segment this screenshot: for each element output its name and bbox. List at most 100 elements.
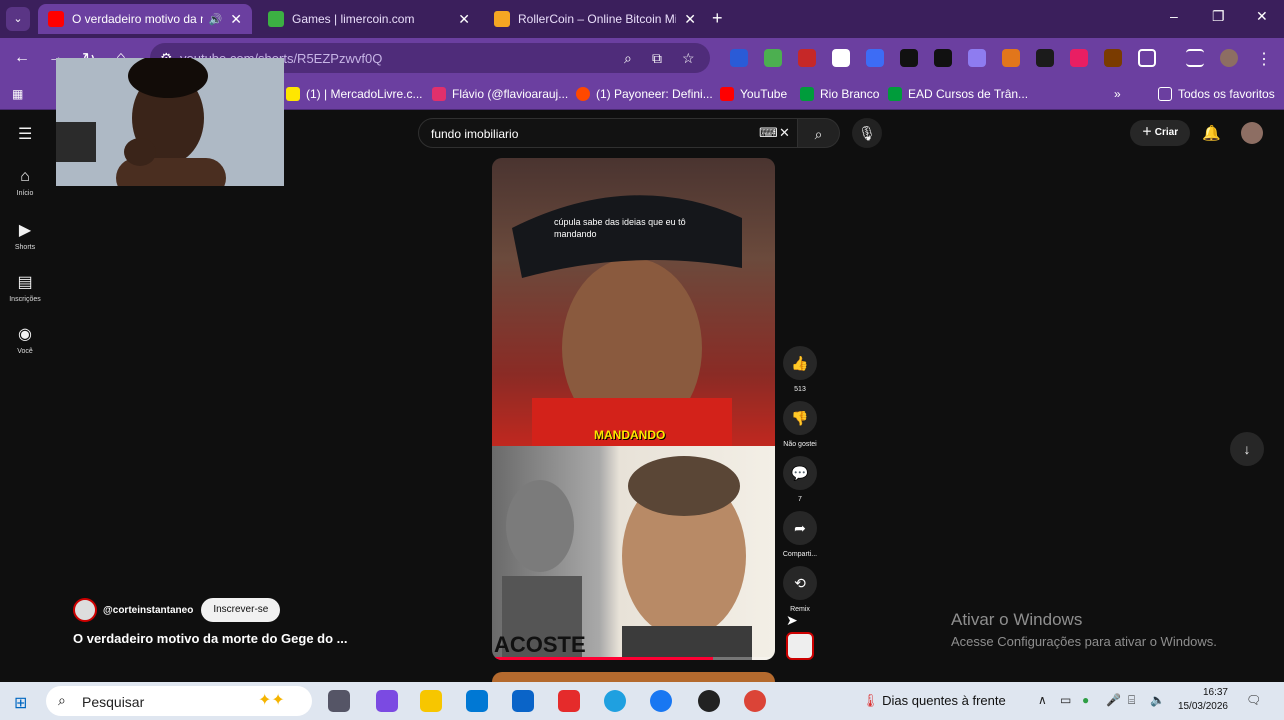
extension-fox-icon[interactable] bbox=[1002, 49, 1020, 67]
tab-rollercoin[interactable]: RollerCoin – Online Bitcoin Min ✕ bbox=[484, 4, 706, 34]
notifications-icon[interactable]: 🗨 bbox=[1246, 693, 1261, 707]
keyboard-icon[interactable]: ⌨ bbox=[759, 125, 778, 141]
nav-shorts[interactable]: ▶ Shorts bbox=[0, 220, 50, 251]
shorts-video-player[interactable]: cúpula sabe das ideias que eu tô mandand… bbox=[492, 158, 775, 660]
account-avatar[interactable] bbox=[1241, 122, 1263, 144]
subscribe-button[interactable]: Inscrever-se bbox=[201, 598, 281, 622]
next-video-down-arrow-icon[interactable]: ↓ bbox=[1230, 432, 1264, 466]
all-bookmarks-folder[interactable]: Todos os favoritos bbox=[1158, 87, 1275, 101]
edge-icon[interactable] bbox=[604, 690, 626, 712]
extension-slash-icon[interactable] bbox=[1036, 49, 1054, 67]
nav-subscriptions[interactable]: ▤ Inscrições bbox=[0, 272, 50, 303]
microphone-icon[interactable]: 🎙 bbox=[852, 118, 882, 148]
thermometer-icon: 🌡 bbox=[862, 693, 879, 708]
install-icon[interactable]: ⧉ bbox=[652, 50, 662, 67]
chrome-icon[interactable] bbox=[744, 690, 766, 712]
tab-youtube[interactable]: O verdadeiro motivo da mo 🔊 ✕ bbox=[38, 4, 252, 34]
extension-shield-icon[interactable] bbox=[730, 49, 748, 67]
next-short-preview[interactable] bbox=[492, 672, 775, 682]
bookmark-rio-branco[interactable]: Rio Branco bbox=[800, 87, 879, 101]
new-tab-button[interactable]: + bbox=[712, 8, 723, 29]
extension-face-icon[interactable] bbox=[832, 49, 850, 67]
obs-icon[interactable] bbox=[698, 690, 720, 712]
clear-search-icon[interactable]: ✕ bbox=[779, 125, 790, 141]
sound-channel-thumbnail[interactable] bbox=[786, 632, 814, 660]
video-title[interactable]: O verdadeiro motivo da morte do Gege do … bbox=[73, 631, 348, 646]
extension-red-icon[interactable] bbox=[798, 49, 816, 67]
more-bookmarks-chevron-icon[interactable]: » bbox=[1114, 87, 1121, 101]
tab-close-icon[interactable]: ✕ bbox=[230, 11, 242, 28]
share-icon: ➦ bbox=[783, 511, 817, 545]
extensions-puzzle-icon[interactable] bbox=[1138, 49, 1156, 67]
bookmark-instagram[interactable]: Flávio (@flavioarauj... bbox=[432, 87, 568, 101]
hamburger-menu-icon[interactable]: ☰ bbox=[18, 124, 32, 144]
zoom-icon[interactable]: ⌕ bbox=[624, 50, 632, 67]
taskbar-clock[interactable]: 16:37 15/03/2026 bbox=[1168, 686, 1228, 714]
copilot-icon[interactable] bbox=[376, 690, 398, 712]
tray-sync-icon[interactable]: ● bbox=[1082, 693, 1089, 707]
notifications-bell-icon[interactable]: 🔔 bbox=[1202, 124, 1221, 142]
bookmark-youtube[interactable]: YouTube bbox=[720, 87, 787, 101]
store-icon[interactable] bbox=[466, 690, 488, 712]
create-button[interactable]: ＋ Criar bbox=[1130, 120, 1191, 146]
taskbar-search[interactable]: ⌕ Pesquisar ✦✦ bbox=[46, 686, 312, 716]
profile-avatar[interactable] bbox=[1220, 49, 1238, 67]
reading-list-icon[interactable] bbox=[1186, 49, 1204, 67]
thumbs-down-icon: 👎 bbox=[783, 401, 817, 435]
remix-button[interactable]: ⟲ Remix bbox=[781, 566, 819, 613]
bookmark-ead[interactable]: EAD Cursos de Trân... bbox=[888, 87, 1028, 101]
apps-grid-icon[interactable]: ▦ bbox=[12, 87, 23, 101]
tab-title: Games | limercoin.com bbox=[292, 12, 415, 26]
extension-wave-icon[interactable] bbox=[968, 49, 986, 67]
like-button[interactable]: 👍 513 bbox=[781, 346, 819, 393]
speaker-icon[interactable]: 🔊 bbox=[209, 13, 223, 26]
close-window-button[interactable]: ✕ bbox=[1256, 8, 1268, 25]
tray-network-icon[interactable]: ⌸ bbox=[1128, 693, 1135, 708]
payoneer-icon bbox=[576, 87, 590, 101]
search-query[interactable]: fundo imobiliario bbox=[431, 127, 518, 141]
file-explorer-icon[interactable] bbox=[420, 690, 442, 712]
wps-icon[interactable] bbox=[558, 690, 580, 712]
bookmark-star-icon[interactable]: ☆ bbox=[682, 50, 695, 67]
outlook-icon[interactable] bbox=[512, 690, 534, 712]
nav-you[interactable]: ◉ Você bbox=[0, 324, 50, 355]
video-progress-bar[interactable] bbox=[492, 657, 775, 660]
back-arrow-icon[interactable]: ← bbox=[14, 49, 30, 67]
tray-mic-icon[interactable]: 🎤 bbox=[1106, 693, 1121, 707]
maximize-button[interactable]: ❐ bbox=[1212, 8, 1225, 25]
extension-a-icon[interactable] bbox=[900, 49, 918, 67]
share-button[interactable]: ➦ Comparti... bbox=[781, 511, 819, 558]
facebook-icon[interactable] bbox=[650, 690, 672, 712]
instagram-icon bbox=[432, 87, 446, 101]
youtube-search-input[interactable]: fundo imobiliario ⌨ ✕ bbox=[418, 118, 798, 148]
minimize-button[interactable]: – bbox=[1170, 8, 1178, 24]
dislike-button[interactable]: 👎 Não gostei bbox=[781, 401, 819, 448]
bookmark-mercadolivre[interactable]: (1) | MercadoLivre.c... bbox=[286, 87, 422, 101]
folder-icon bbox=[1158, 87, 1172, 101]
flag-icon bbox=[800, 87, 814, 101]
tray-chevron-icon[interactable]: ∧ bbox=[1038, 693, 1047, 707]
menu-kebab-icon[interactable]: ⋮ bbox=[1256, 49, 1272, 69]
sparkle-icon: ✦✦ bbox=[258, 692, 285, 709]
extension-s-icon[interactable] bbox=[934, 49, 952, 67]
nav-home[interactable]: ⌂ Início bbox=[0, 168, 50, 197]
tab-close-icon[interactable]: ✕ bbox=[684, 11, 696, 28]
webcam-person-image bbox=[56, 58, 284, 186]
tab-close-icon[interactable]: ✕ bbox=[458, 11, 470, 28]
task-view-icon[interactable] bbox=[328, 690, 350, 712]
extension-nc-icon[interactable] bbox=[1104, 49, 1122, 67]
extension-diamond-icon[interactable] bbox=[866, 49, 884, 67]
weather-widget[interactable]: 🌡 Dias quentes à frente bbox=[862, 693, 1006, 709]
channel-name[interactable]: @corteinstantaneo bbox=[103, 605, 193, 616]
extension-chart-icon[interactable] bbox=[764, 49, 782, 67]
windows-start-icon[interactable]: ⊞ bbox=[14, 693, 27, 713]
search-icon[interactable]: ⌕ bbox=[798, 118, 840, 148]
channel-avatar[interactable] bbox=[73, 598, 97, 622]
tab-limercoin[interactable]: Games | limercoin.com ✕ bbox=[258, 4, 480, 34]
bookmark-payoneer[interactable]: (1) Payoneer: Defini... bbox=[576, 87, 713, 101]
tray-device-icon[interactable]: ▭ bbox=[1060, 693, 1071, 707]
tab-search-icon[interactable]: ⌄ bbox=[6, 7, 30, 31]
comments-button[interactable]: 💬 7 bbox=[781, 456, 819, 503]
tray-volume-icon[interactable]: 🔈 bbox=[1150, 693, 1165, 707]
extension-pink-icon[interactable] bbox=[1070, 49, 1088, 67]
